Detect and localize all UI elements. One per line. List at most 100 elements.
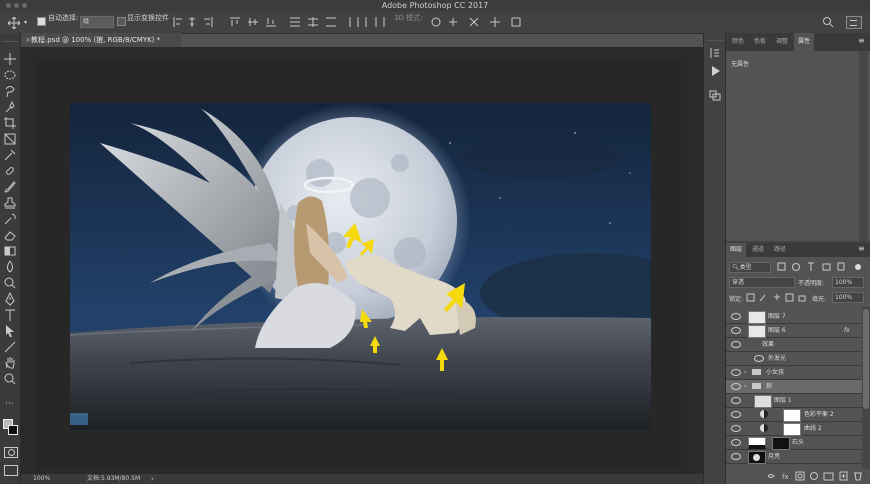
crop-tool-icon[interactable] [3, 116, 17, 130]
3d-mode-icons[interactable] [430, 16, 540, 28]
visibility-eye-icon[interactable] [754, 355, 764, 362]
hand-tool-icon[interactable] [3, 356, 17, 370]
expand-chevron-icon[interactable]: › [744, 380, 746, 393]
layers-scrollbar[interactable] [862, 307, 870, 469]
history-brush-tool-icon[interactable] [3, 212, 17, 226]
history-panel-icon[interactable] [708, 46, 722, 60]
tab-layers[interactable]: 图层 [726, 243, 747, 257]
properties-menu-icon[interactable]: ≡ [858, 36, 865, 45]
align-distribute-buttons[interactable] [172, 16, 390, 28]
auto-select-label: 自动选择: [48, 14, 79, 22]
glyphs-panel-icon[interactable] [708, 88, 722, 102]
canvas-image[interactable] [70, 103, 651, 430]
document-size: 文档:5.93M/80.5M [87, 475, 141, 482]
eraser-tool-icon[interactable] [3, 228, 17, 242]
marquee-tool-icon[interactable] [3, 68, 17, 82]
layer-mask-thumbnail [783, 423, 801, 436]
layer-row-7[interactable]: 图层 7 [726, 310, 862, 324]
quick-mask-icon[interactable] [4, 447, 18, 458]
group-row-wolf-selected[interactable]: › 狼 [726, 380, 862, 394]
tab-adjustments[interactable]: 调整 [772, 33, 792, 51]
layer-filter-dropdown[interactable]: 🔍︎类型 [729, 262, 771, 273]
show-transform-checkbox[interactable] [117, 17, 126, 26]
layer-filter-icons[interactable] [776, 262, 866, 272]
tab-channels[interactable]: 通道 [748, 243, 768, 257]
blend-mode-dropdown[interactable]: 穿透 [729, 277, 795, 288]
status-menu-arrow[interactable]: › [151, 474, 154, 484]
visibility-eye-icon[interactable] [731, 453, 741, 460]
layers-body: 🔍︎类型 穿透 不透明度: 100% 锁定: 填充: 100% 图层 7 图层 … [726, 257, 870, 484]
type-tool-icon[interactable] [3, 308, 17, 322]
layer-row-6[interactable]: 图层 6 fx [726, 324, 862, 338]
properties-scrollbar[interactable] [859, 51, 868, 241]
visibility-eye-icon[interactable] [731, 313, 741, 320]
auto-select-checkbox[interactable] [37, 17, 46, 26]
pen-tool-icon[interactable] [3, 292, 17, 306]
zoom-level[interactable]: 100% [33, 474, 50, 484]
close-tab-icon[interactable]: × [25, 36, 31, 44]
layer-row-rock[interactable]: 石头 [726, 436, 862, 450]
zoom-tool-icon[interactable] [3, 372, 17, 386]
layer-row-moon[interactable]: 月亮 [726, 450, 862, 464]
properties-tabs: 颜色 色板 调整 属性 ≡ [726, 33, 870, 51]
expand-chevron-icon[interactable]: › [744, 366, 746, 379]
opacity-input[interactable]: 100% [832, 277, 864, 288]
move-tool-icon[interactable] [3, 52, 17, 66]
path-selection-tool-icon[interactable] [3, 324, 17, 338]
move-tool-icon[interactable] [8, 17, 20, 29]
gradient-tool-icon[interactable] [3, 244, 17, 258]
collapsed-panel-strip [703, 33, 726, 484]
visibility-eye-icon[interactable] [731, 369, 741, 376]
fx-indicator[interactable]: fx [844, 324, 850, 337]
tools-panel-header[interactable] [2, 35, 18, 42]
auto-select-dropdown[interactable]: 组 [80, 16, 114, 28]
collapsed-panel-header[interactable] [706, 35, 724, 41]
more-tools-icon[interactable]: ··· [5, 399, 14, 409]
visibility-eye-icon[interactable] [731, 383, 741, 390]
visibility-eye-icon[interactable] [731, 425, 741, 432]
actions-play-icon[interactable] [708, 64, 722, 78]
healing-brush-tool-icon[interactable] [3, 164, 17, 178]
adjustment-row-color-balance[interactable]: 色彩平衡 2 [726, 408, 862, 422]
blur-tool-icon[interactable] [3, 260, 17, 274]
layer-row-1[interactable]: 图层 1 [726, 394, 862, 408]
layers-bottom-buttons[interactable]: fx [766, 471, 866, 482]
eyedropper-tool-icon[interactable] [3, 148, 17, 162]
clone-stamp-tool-icon[interactable] [3, 196, 17, 210]
search-icon[interactable] [822, 16, 834, 28]
tab-swatches[interactable]: 色板 [750, 33, 770, 51]
visibility-eye-icon[interactable] [731, 411, 741, 418]
effects-row[interactable]: 效果 [726, 338, 862, 352]
properties-empty-text: 无属性 [731, 61, 750, 68]
tab-paths[interactable]: 路径 [770, 243, 790, 257]
document-tab-title: 教程.psd @ 100% (狼, RGB/8/CMYK) * [31, 36, 161, 44]
fill-label: 填充: [812, 296, 827, 303]
layer-name: 曲线 2 [804, 425, 822, 432]
quick-select-tool-icon[interactable] [3, 100, 17, 114]
group-name: 狼 [766, 383, 773, 390]
visibility-eye-icon[interactable] [731, 341, 741, 348]
lasso-tool-icon[interactable] [3, 84, 17, 98]
fill-input[interactable]: 100% [832, 292, 864, 303]
frame-tool-icon[interactable] [3, 132, 17, 146]
visibility-eye-icon[interactable] [731, 327, 741, 334]
adjustment-row-curves[interactable]: 曲线 2 [726, 422, 862, 436]
dodge-tool-icon[interactable] [3, 276, 17, 290]
background-color-swatch[interactable] [8, 425, 18, 435]
brush-tool-icon[interactable] [3, 180, 17, 194]
effect-outer-glow-row[interactable]: 外发光 [726, 352, 862, 366]
visibility-eye-icon[interactable] [731, 397, 741, 404]
group-name: 小女孩 [766, 369, 785, 376]
workspace-switcher-icon[interactable] [846, 16, 862, 29]
visibility-eye-icon[interactable] [731, 439, 741, 446]
document-tab[interactable]: 教程.psd @ 100% (狼, RGB/8/CMYK) * [21, 33, 181, 47]
group-row-girl[interactable]: › 小女孩 [726, 366, 862, 380]
layer-mask-thumbnail [772, 437, 790, 450]
line-tool-icon[interactable] [3, 340, 17, 354]
tool-preset-dropdown[interactable]: ▾ [24, 19, 27, 26]
layers-menu-icon[interactable]: ≡ [858, 244, 865, 253]
screen-mode-icon[interactable] [4, 465, 18, 476]
lock-buttons[interactable] [746, 293, 808, 302]
tab-color[interactable]: 颜色 [728, 33, 748, 51]
tab-properties[interactable]: 属性 [794, 33, 815, 51]
